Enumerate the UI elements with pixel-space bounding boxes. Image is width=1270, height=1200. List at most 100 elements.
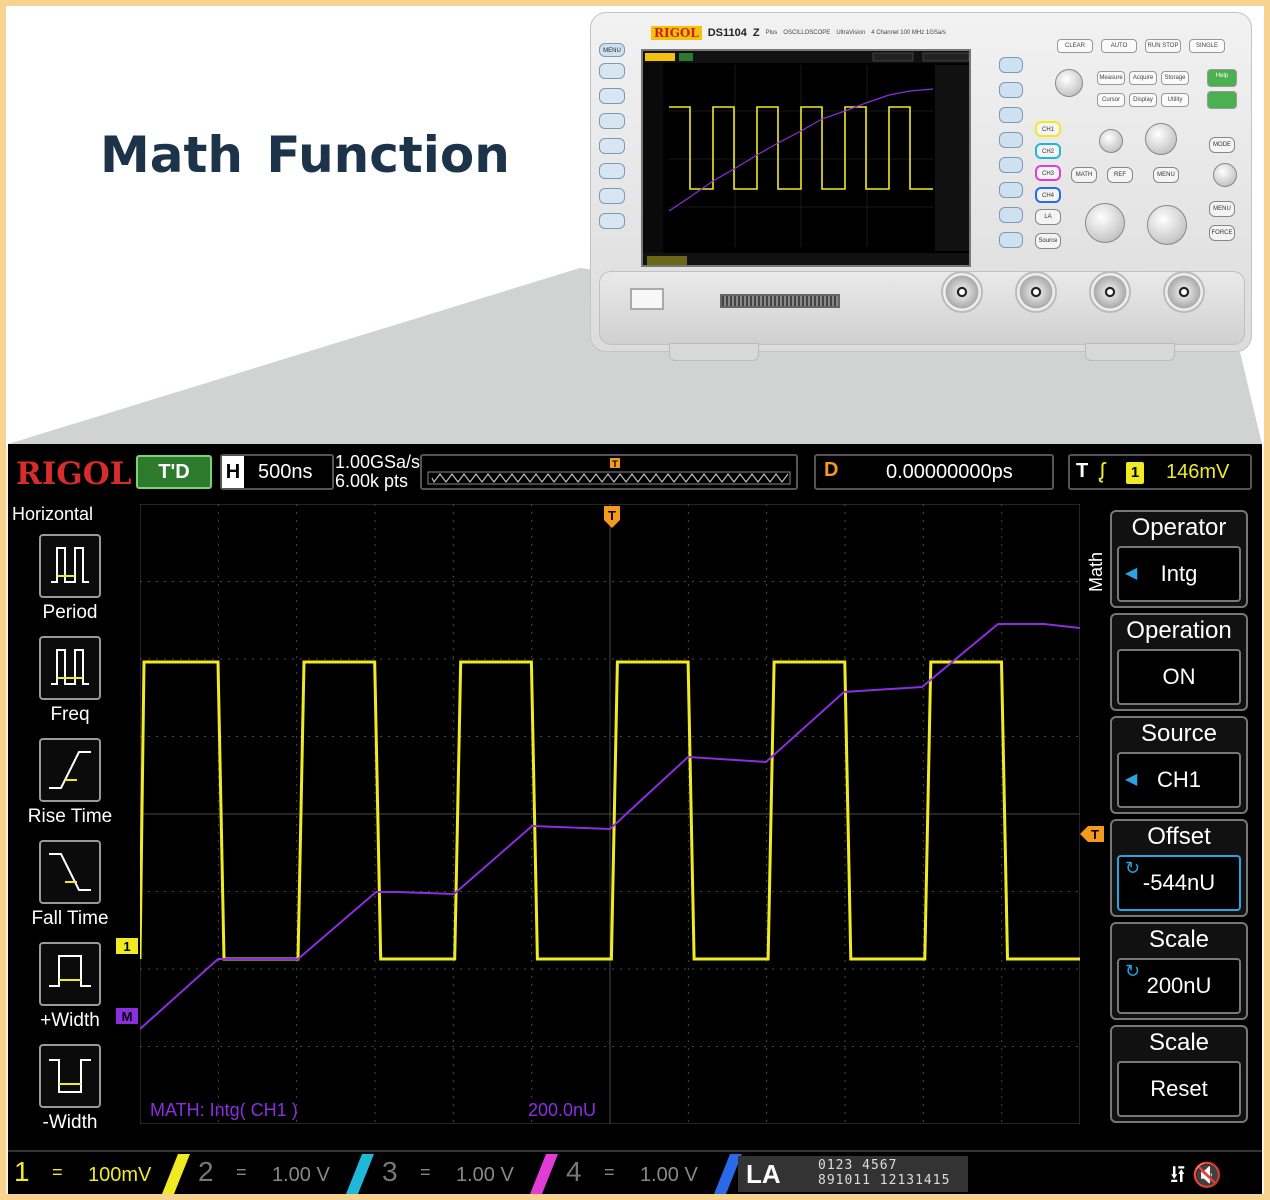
clear-button[interactable]: CLEAR: [1057, 39, 1093, 53]
device-left-key[interactable]: [599, 188, 625, 204]
trigger-level-marker-label: T: [1091, 827, 1099, 842]
single-button[interactable]: SINGLE: [1189, 39, 1225, 53]
intensity-knob[interactable]: [1055, 69, 1083, 97]
top-status-bar: RIGOL T'D H 500ns 1.00GSa/s 6.00k pts T …: [8, 444, 1262, 500]
ch2-button[interactable]: CH2: [1035, 143, 1061, 159]
device-left-key[interactable]: [599, 138, 625, 154]
help-button[interactable]: Help: [1207, 69, 1237, 87]
device-left-key[interactable]: [599, 163, 625, 179]
storage-button[interactable]: Storage: [1161, 71, 1189, 85]
device-ultravision: UltraVision: [836, 30, 866, 36]
device-foot: [669, 343, 759, 361]
source-value-box: ◀ CH1: [1117, 752, 1241, 808]
device-left-key[interactable]: [599, 88, 625, 104]
la-status-tab[interactable]: LA 0123 4567 891011 12131415: [738, 1156, 968, 1192]
la-connector: [720, 294, 840, 308]
vertical-position-knob[interactable]: [1099, 129, 1123, 153]
device-front-lower: [599, 271, 1245, 345]
device-soft-key[interactable]: [999, 82, 1023, 98]
measure-neg-width-item[interactable]: -Width: [12, 1044, 128, 1134]
la-bits-bottom: 891011 12131415: [818, 1173, 951, 1188]
measure-period-item[interactable]: Period: [12, 534, 128, 624]
scale-softkey[interactable]: Scale ↻ 200nU: [1110, 922, 1248, 1020]
source-softkey[interactable]: Source ◀ CH1: [1110, 716, 1248, 814]
measure-rise-time-item[interactable]: Rise Time: [12, 738, 128, 828]
operator-title: Operator: [1131, 514, 1227, 541]
rising-edge-icon: ᶘ: [1100, 458, 1105, 483]
math-offset-marker[interactable]: M: [116, 1008, 138, 1024]
source-button[interactable]: Source: [1035, 233, 1061, 249]
offset-softkey[interactable]: Offset ↻ -544nU: [1110, 819, 1248, 917]
horizontal-menu-button[interactable]: MENU: [1153, 167, 1179, 183]
acquire-button[interactable]: Acquire: [1129, 71, 1157, 85]
trigger-box[interactable]: T ᶘ 1 146mV: [1068, 454, 1252, 490]
vertical-scale-knob[interactable]: [1085, 203, 1125, 243]
source-value: CH1: [1156, 767, 1201, 792]
ch4-button[interactable]: CH4: [1035, 187, 1061, 203]
operation-softkey[interactable]: Operation ON: [1110, 613, 1248, 711]
timebase-box[interactable]: H 500ns: [220, 454, 334, 490]
delay-value: 0.00000000ps: [886, 461, 1013, 483]
fall-time-label: Fall Time: [31, 908, 109, 929]
measure-freq-item[interactable]: Freq: [12, 636, 128, 726]
operator-softkey[interactable]: Operator ◀ Intg: [1110, 510, 1248, 608]
device-menu-button[interactable]: MENU: [599, 43, 625, 57]
ref-button[interactable]: REF: [1107, 167, 1133, 183]
rise-time-icon: [39, 738, 101, 802]
pos-width-label: +Width: [40, 1010, 100, 1031]
device-left-key[interactable]: [599, 113, 625, 129]
device-brand-bar: RIGOL DS1104 Z Plus OSCILLOSCOPE UltraVi…: [651, 23, 991, 43]
graticule: [139, 503, 1081, 1125]
operation-title: Operation: [1126, 617, 1232, 644]
measure-button[interactable]: Measure: [1097, 71, 1125, 85]
cursor-button[interactable]: Cursor: [1097, 93, 1125, 107]
left-arrow-icon: ◀: [1125, 565, 1138, 582]
utility-button[interactable]: Utility: [1161, 93, 1189, 107]
measure-fall-time-item[interactable]: Fall Time: [12, 840, 128, 930]
device-soft-key[interactable]: [999, 57, 1023, 73]
waveform-grid-area[interactable]: T MATH: Intg( CH1 ) 200.0nU: [138, 503, 1081, 1125]
scale-title: Scale: [1148, 926, 1210, 953]
memory-trigger-position-strip[interactable]: T: [420, 454, 798, 490]
delay-box[interactable]: D 0.00000000ps: [814, 454, 1054, 490]
timebase-h-label: H: [222, 456, 244, 488]
device-soft-key[interactable]: [999, 157, 1023, 173]
la-button[interactable]: LA: [1035, 209, 1061, 225]
run-state-badge[interactable]: T'D: [136, 455, 212, 489]
offset-title: Offset: [1147, 823, 1211, 850]
ch3-button[interactable]: CH3: [1035, 165, 1061, 181]
system-status-icons: ⭿ 🔇: [1170, 1158, 1222, 1194]
horizontal-position-knob[interactable]: [1145, 123, 1177, 155]
auto-button[interactable]: AUTO: [1101, 39, 1137, 53]
trigger-level-marker[interactable]: T: [1080, 824, 1106, 846]
horizontal-menu-title: Horizontal: [12, 504, 94, 524]
math-menu-side-label: Math: [1086, 551, 1106, 592]
device-left-key[interactable]: [599, 63, 625, 79]
trigger-level-knob[interactable]: [1213, 163, 1237, 187]
ch1-ground-marker[interactable]: 1: [116, 938, 138, 954]
device-soft-key[interactable]: [999, 107, 1023, 123]
ch1-ground-marker-label: 1: [123, 939, 130, 954]
force-button[interactable]: FORCE: [1209, 225, 1235, 241]
math-button[interactable]: MATH: [1071, 167, 1097, 183]
mode-button[interactable]: MODE: [1209, 137, 1235, 153]
display-button[interactable]: Display: [1129, 93, 1157, 107]
device-model: DS1104: [707, 27, 747, 39]
run-stop-button[interactable]: RUN STOP: [1145, 39, 1181, 53]
device-soft-key[interactable]: [999, 232, 1023, 248]
device-soft-key[interactable]: [999, 182, 1023, 198]
print-button[interactable]: [1207, 91, 1237, 109]
knob-icon: ↻: [1125, 961, 1141, 981]
device-logo: RIGOL: [651, 26, 702, 40]
scale-reset-title: Scale: [1148, 1029, 1210, 1056]
trigger-position-marker: T: [604, 506, 620, 528]
scope-screen: RIGOL T'D H 500ns 1.00GSa/s 6.00k pts T …: [8, 444, 1262, 1194]
trigger-menu-button[interactable]: MENU: [1209, 201, 1235, 217]
device-left-key[interactable]: [599, 213, 625, 229]
horizontal-scale-knob[interactable]: [1147, 205, 1187, 245]
ch1-button[interactable]: CH1: [1035, 121, 1061, 137]
device-soft-key[interactable]: [999, 207, 1023, 223]
scale-reset-softkey[interactable]: Scale Reset: [1110, 1025, 1248, 1123]
device-soft-key[interactable]: [999, 132, 1023, 148]
measure-pos-width-item[interactable]: +Width: [12, 942, 128, 1032]
